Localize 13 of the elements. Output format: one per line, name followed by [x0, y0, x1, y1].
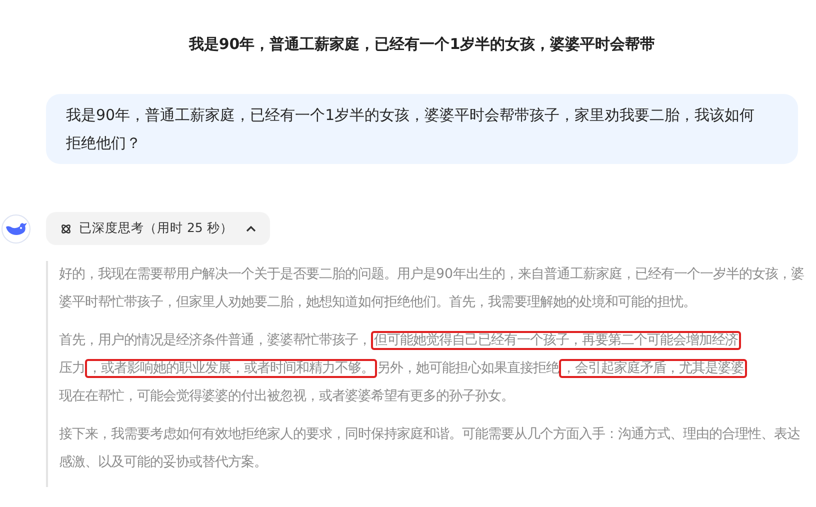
- thought-text: 好的，我现在需要帮用户解决一个关于是否要二胎的问题。用户是90年出生的，来自普通工薪家庭，已经有一个一岁半的女孩，婆婆平时帮忙带孩子，但家里人劝她要二胎，她想知道如何拒绝他们。首先，我需要理解她的处境和可能的担忧。: [59, 267, 804, 310]
- highlighted-text: ，会引起家庭矛盾，尤其是婆婆: [559, 359, 747, 378]
- atom-icon: [60, 222, 72, 234]
- chat-title: 我是90年，普通工薪家庭，已经有一个1岁半的女孩，婆婆平时会帮带: [188, 34, 656, 55]
- thought-text: 另外，她可能担心如果直接拒绝: [377, 361, 559, 376]
- thought-text: 现在在帮忙，可能会觉得婆婆的付出被忽视，或者婆婆希望有更多的孙子孙女。: [59, 389, 514, 404]
- thought-text: 压力: [59, 361, 85, 376]
- user-message: 我是90年，普通工薪家庭，已经有一个1岁半的女孩，婆婆平时会帮带孩子，家里劝我要二胎，我该如何拒绝他们？: [46, 94, 798, 164]
- thinking-toggle[interactable]: 已深度思考（用时 25 秒）: [46, 212, 270, 245]
- highlighted-text: ，或者影响她的职业发展，或者时间和精力不够。: [85, 359, 377, 378]
- thought-text: 接下来，我需要考虑如何有效地拒绝家人的要求，同时保持家庭和谐。可能需要从几个方面入手：沟通方式、理由的合理性、表达感激、以及可能的妥协或替代方案。: [59, 427, 800, 470]
- highlighted-text: 但可能她觉得自己已经有一个孩子，再要第二个可能会增加经济: [371, 331, 741, 350]
- thought-text: 首先，用户的情况是经济条件普通，婆婆帮忙带孩子，: [59, 333, 371, 348]
